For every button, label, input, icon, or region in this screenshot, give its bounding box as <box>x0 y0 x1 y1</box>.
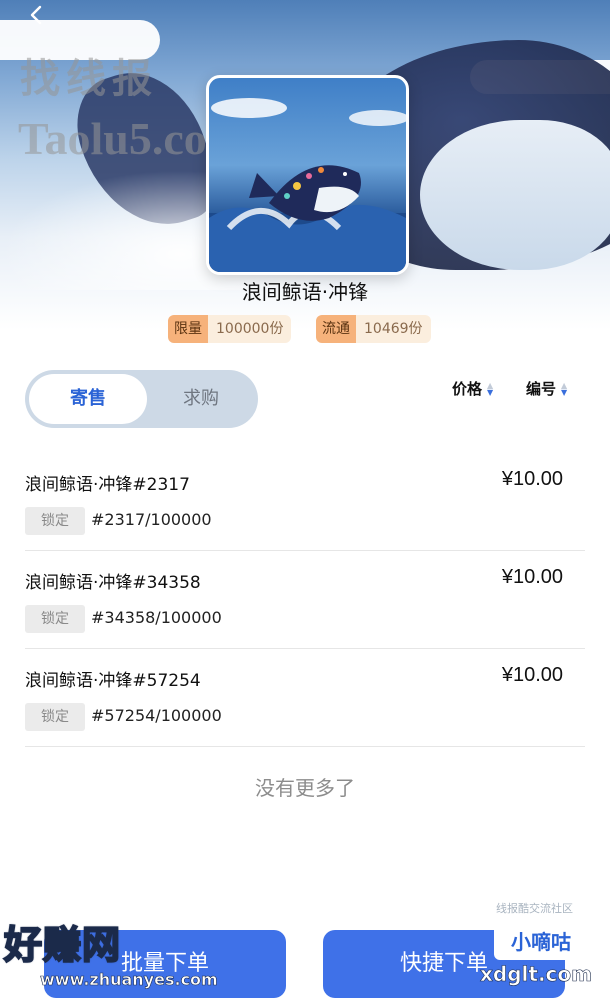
circulation-tag: 流通 10469份 <box>316 315 431 343</box>
watermark-text: xdglt.com <box>480 962 593 987</box>
back-button[interactable] <box>28 4 48 28</box>
listing-serial: #57254/100000 <box>91 706 222 725</box>
status-badge: 锁定 <box>25 507 85 535</box>
cover-image <box>206 75 409 275</box>
listing-price: ¥10.00 <box>501 664 563 686</box>
sort-number-label: 编号 <box>526 380 557 398</box>
listing-list: 浪间鲸语·冲锋#2317 ¥10.00 锁定 #2317/100000 浪间鲸语… <box>25 452 585 972</box>
sort-arrows-icon: ▲ ▼ <box>561 380 568 397</box>
chevron-left-icon <box>30 5 42 25</box>
watermark-text: 找线报 <box>20 55 158 102</box>
sort-by-price[interactable]: 价格 ▲ ▼ <box>452 378 493 399</box>
listing-name: 浪间鲸语·冲锋#57254 <box>25 671 201 691</box>
watermark-text: 线报酷交流社区 <box>496 902 573 915</box>
whale-belly-image <box>420 120 610 270</box>
list-end-text: 没有更多了 <box>255 776 355 800</box>
whale-artwork <box>209 98 406 272</box>
tab-switcher: 寄售 求购 <box>25 370 258 428</box>
circulation-value: 10469份 <box>356 315 431 343</box>
listing-name: 浪间鲸语·冲锋#34358 <box>25 573 201 593</box>
list-item[interactable]: 浪间鲸语·冲锋#57254 ¥10.00 锁定 #57254/100000 <box>25 648 585 747</box>
list-item[interactable]: 浪间鲸语·冲锋#2317 ¥10.00 锁定 #2317/100000 <box>25 452 585 551</box>
watermark-text: 好赚网 <box>3 922 122 968</box>
tab-consignment[interactable]: 寄售 <box>29 374 147 424</box>
circulation-label: 流通 <box>316 315 356 343</box>
listing-serial: #2317/100000 <box>91 510 212 529</box>
product-title: 浪间鲸语·冲锋 <box>241 280 369 304</box>
sort-arrows-icon: ▲ ▼ <box>487 380 494 397</box>
listing-name: 浪间鲸语·冲锋#2317 <box>25 475 190 495</box>
limit-tag: 限量 100000份 <box>168 315 292 343</box>
list-item[interactable]: 浪间鲸语·冲锋#34358 ¥10.00 锁定 #34358/100000 <box>25 550 585 649</box>
limit-label: 限量 <box>168 315 208 343</box>
watermark-text: 小嘀咕 <box>494 924 588 960</box>
listing-serial: #34358/100000 <box>91 608 222 627</box>
limit-value: 100000份 <box>208 315 292 343</box>
sort-price-label: 价格 <box>452 380 483 398</box>
listing-price: ¥10.00 <box>501 566 563 588</box>
stat-tags: 限量 100000份 流通 10469份 <box>0 315 610 345</box>
listing-price: ¥10.00 <box>501 468 563 490</box>
sort-by-number[interactable]: 编号 ▲ ▼ <box>526 378 567 399</box>
tab-wanted[interactable]: 求购 <box>147 374 255 424</box>
status-badge: 锁定 <box>25 605 85 633</box>
status-badge: 锁定 <box>25 703 85 731</box>
watermark-text: www.zhuanyes.com <box>40 970 218 990</box>
